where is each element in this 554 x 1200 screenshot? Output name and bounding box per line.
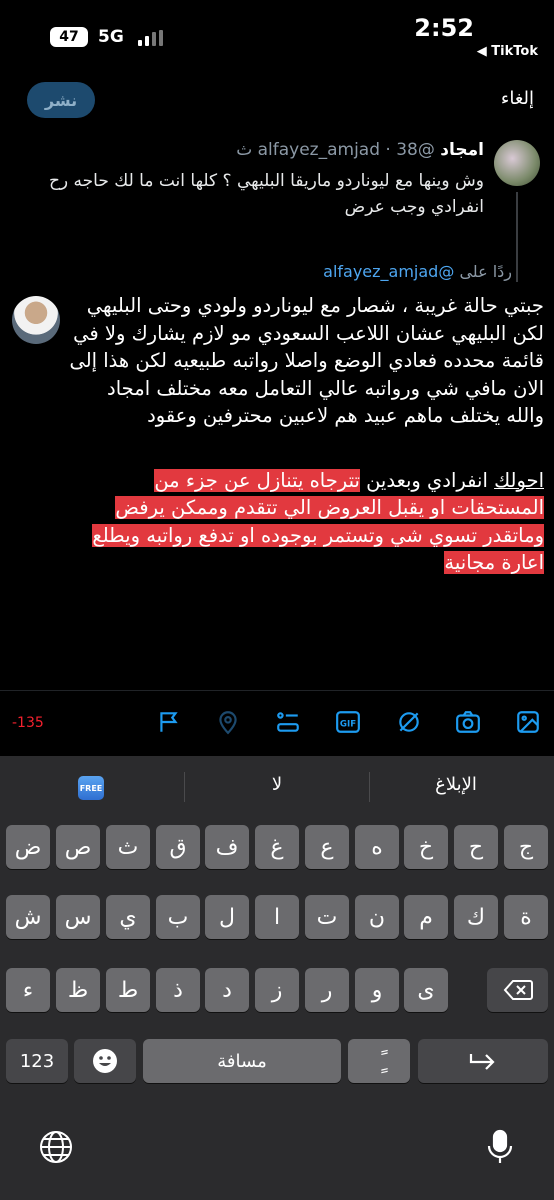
author-name: امجاد	[440, 140, 484, 160]
key[interactable]: ع	[305, 825, 349, 869]
tweet-text: وش وينها مع ليوناردو ماريقا البليهي ؟ كل…	[48, 171, 484, 217]
suggestion-item[interactable]: FREE	[78, 776, 104, 800]
key[interactable]: ر	[305, 968, 349, 1012]
numbers-key[interactable]: 123	[6, 1039, 68, 1083]
key[interactable]: ذ	[156, 968, 200, 1012]
return-icon	[469, 1054, 495, 1070]
camera-icon[interactable]	[453, 707, 483, 737]
reply-to-label: ردًا على @alfayez_amjad	[323, 262, 512, 281]
key[interactable]: ى	[404, 968, 448, 1012]
gif-label: GIF	[340, 719, 356, 729]
compose-header: نشر إلغاء	[0, 80, 554, 124]
underlined-word: احولك	[494, 468, 544, 492]
key[interactable]: ك	[454, 895, 498, 939]
key[interactable]: ت	[305, 895, 349, 939]
key[interactable]: ي	[106, 895, 150, 939]
tweet-meta: امجاد @alfayez_amjad · 38 ث	[236, 140, 484, 160]
key[interactable]: ط	[106, 968, 150, 1012]
location-icon[interactable]	[213, 707, 243, 737]
suggestion-bar: الإبلاغ لا FREE	[0, 756, 554, 818]
key[interactable]: غ	[255, 825, 299, 869]
key[interactable]: ق	[156, 825, 200, 869]
hide-reply-icon[interactable]	[394, 707, 424, 737]
reply-handle-link[interactable]: @alfayez_amjad	[323, 262, 454, 281]
gif-icon[interactable]: GIF	[333, 707, 363, 737]
thread-line	[516, 192, 518, 282]
clock: 2:52	[414, 14, 474, 42]
key[interactable]: ج	[504, 825, 548, 869]
reply-prefix: ردًا على	[459, 262, 512, 281]
emoji-icon	[93, 1049, 117, 1073]
tanween-key[interactable]: ًٍ	[348, 1039, 410, 1083]
character-count: -135	[12, 715, 44, 731]
key[interactable]: ش	[6, 895, 50, 939]
poll-icon[interactable]	[273, 707, 303, 737]
network-type: 5G	[98, 27, 124, 47]
key[interactable]: ف	[205, 825, 249, 869]
key[interactable]: ة	[504, 895, 548, 939]
signal-icon	[138, 30, 163, 46]
image-icon[interactable]	[513, 707, 543, 737]
return-key[interactable]	[418, 1039, 548, 1083]
avatar[interactable]	[494, 140, 540, 186]
compose-paragraph: احولك انفرادي وبعدين تترجاه يتنازل عن جز…	[66, 467, 544, 577]
key[interactable]: ه	[355, 825, 399, 869]
key[interactable]: خ	[404, 825, 448, 869]
key[interactable]: ن	[355, 895, 399, 939]
suggestion-item[interactable]: لا	[205, 774, 349, 795]
keyboard: الإبلاغ لا FREE ج ح خ ه ع غ ف ق ث ص ض ة …	[0, 756, 554, 1200]
key[interactable]: ز	[255, 968, 299, 1012]
compose-text-area[interactable]: جبتي حالة غريبة ، شصار مع ليوناردو ولودي…	[66, 292, 544, 577]
key[interactable]: ء	[6, 968, 50, 1012]
flag-icon[interactable]	[154, 707, 184, 737]
post-button[interactable]: نشر	[27, 82, 95, 118]
avatar	[12, 296, 60, 344]
space-key[interactable]: مسافة	[143, 1039, 341, 1083]
key[interactable]: ب	[156, 895, 200, 939]
key[interactable]: س	[56, 895, 100, 939]
compose-paragraph: جبتي حالة غريبة ، شصار مع ليوناردو ولودي…	[69, 294, 544, 427]
delete-key[interactable]	[487, 968, 548, 1012]
key[interactable]: ا	[255, 895, 299, 939]
cancel-button[interactable]: إلغاء	[501, 88, 534, 109]
back-to-app-link[interactable]: ◀ TikTok	[477, 44, 538, 59]
key[interactable]: م	[404, 895, 448, 939]
key[interactable]: و	[355, 968, 399, 1012]
plain-text: انفرادي وبعدين	[359, 468, 495, 492]
backspace-icon	[503, 980, 533, 1000]
emoji-key[interactable]	[74, 1039, 136, 1083]
compose-toolbar: -135 GIF	[0, 690, 554, 756]
key[interactable]: ظ	[56, 968, 100, 1012]
globe-icon[interactable]	[38, 1129, 74, 1169]
battery-indicator: 47	[50, 27, 88, 47]
key[interactable]: د	[205, 968, 249, 1012]
key[interactable]: ث	[106, 825, 150, 869]
key[interactable]: ح	[454, 825, 498, 869]
key[interactable]: ل	[205, 895, 249, 939]
key[interactable]: ض	[6, 825, 50, 869]
microphone-icon[interactable]	[484, 1129, 516, 1169]
suggestion-item[interactable]: الإبلاغ	[396, 774, 516, 795]
key[interactable]: ص	[56, 825, 100, 869]
status-bar: 47 5G 2:52 ◀ TikTok	[0, 0, 554, 70]
